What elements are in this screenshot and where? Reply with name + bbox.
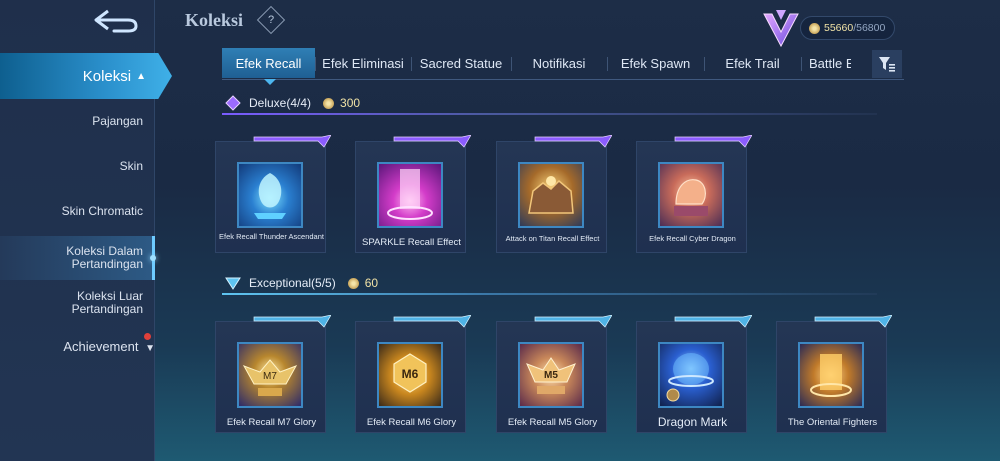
tab-battle[interactable]: Battle E [801, 48, 851, 78]
tab-efek-spawn[interactable]: Efek Spawn [607, 48, 704, 78]
section-header-exceptional: Exceptional(5/5) 60 [225, 272, 378, 294]
category-tabs: Efek Recall Efek Eliminasi Sacred Statue… [222, 48, 904, 80]
section-divider [222, 113, 877, 115]
card-ribbon [253, 315, 331, 328]
card-label: Attack on Titan Recall Effect [505, 234, 600, 243]
card-label: Efek Recall M6 Glory [366, 417, 457, 428]
svg-text:M6: M6 [402, 367, 419, 381]
card-thumbnail [377, 162, 443, 228]
card-thumbnail [658, 162, 724, 228]
collection-card[interactable]: M6 Efek Recall M6 Glory [355, 315, 471, 433]
sidebar-item-achievement[interactable]: Achievement ▼ [0, 340, 155, 355]
card-label: Efek Recall Cyber Dragon [649, 234, 736, 243]
svg-text:M5: M5 [544, 370, 558, 381]
sidebar-item-label: Pertandingan [71, 302, 143, 316]
rank-emblem-icon [763, 10, 799, 48]
m7-glory-emblem-icon: M7 [242, 359, 298, 396]
sidebar-item-koleksi[interactable]: Koleksi ▲ [0, 53, 172, 99]
section-price: 300 [340, 96, 361, 110]
help-icon[interactable]: ? [256, 5, 286, 35]
card-thumbnail [658, 342, 724, 408]
tab-sacred-statue[interactable]: Sacred Statue [411, 48, 511, 78]
card-thumbnail [798, 342, 864, 408]
collection-card[interactable]: Efek Recall Thunder Ascendant [215, 135, 331, 253]
currency-current: 55660 [824, 22, 854, 34]
collection-card[interactable]: Efek Recall Cyber Dragon [636, 135, 752, 253]
card-label: Dragon Mark [657, 415, 728, 429]
sidebar-item-skin[interactable]: Skin [0, 160, 155, 173]
section-title: Exceptional(5/5) [249, 276, 336, 290]
section-title: Deluxe(4/4) [249, 96, 312, 110]
card-label: Efek Recall M7 Glory [226, 417, 317, 428]
active-tab-indicator [264, 79, 276, 85]
coin-icon [347, 277, 359, 289]
card-ribbon [534, 135, 612, 148]
card-thumbnail [518, 162, 584, 228]
collection-card[interactable]: Attack on Titan Recall Effect [496, 135, 612, 253]
card-ribbon [674, 135, 752, 148]
notification-dot-icon [144, 333, 151, 340]
tab-efek-recall[interactable]: Efek Recall [222, 48, 315, 78]
card-ribbon [534, 315, 612, 328]
card-ribbon [393, 315, 471, 328]
titan-wall-icon [528, 176, 574, 214]
card-ribbon [674, 315, 752, 328]
card-thumbnail: M6 [377, 342, 443, 408]
chevron-up-icon: ▲ [136, 70, 146, 82]
card-thumbnail: M7 [237, 342, 303, 408]
sidebar-item-label: Pertandingan [71, 257, 143, 271]
back-arrow-icon [94, 9, 138, 33]
exceptional-tier-icon [225, 277, 241, 290]
card-ribbon [253, 135, 331, 148]
tab-notifikasi[interactable]: Notifikasi [511, 48, 607, 78]
card-label: The Oriental Fighters [787, 417, 878, 428]
collection-card[interactable]: Dragon Mark [636, 315, 752, 433]
card-label: SPARKLE Recall Effect [362, 237, 461, 248]
section-divider [222, 293, 877, 295]
sidebar-item-skin-chromatic[interactable]: Skin Chromatic [0, 205, 155, 218]
card-ribbon [393, 135, 471, 148]
filter-icon [879, 57, 895, 72]
currency-display: 55660/56800 [800, 16, 895, 40]
sidebar-item-label: Koleksi [82, 67, 132, 85]
oriental-fighters-icon [810, 354, 852, 397]
back-button[interactable] [88, 6, 142, 36]
sidebar-item-label: Achievement [63, 339, 139, 354]
collection-card[interactable]: SPARKLE Recall Effect [355, 135, 471, 253]
dragon-mark-icon [666, 353, 714, 402]
deluxe-tier-icon [225, 95, 241, 111]
section-price: 60 [364, 276, 379, 290]
card-label: Efek Recall M5 Glory [507, 417, 598, 428]
sidebar-item-label: Skin Chromatic [61, 204, 143, 218]
m5-glory-emblem-icon: M5 [526, 357, 576, 394]
filter-button[interactable] [872, 50, 902, 78]
coin-icon [809, 22, 820, 34]
cyber-dragon-icon [674, 179, 708, 216]
page-title: Koleksi [185, 10, 244, 30]
coin-icon [323, 97, 335, 109]
currency-max: /56800 [853, 22, 886, 34]
sidebar-item-koleksi-dalam-pertandingan[interactable]: Koleksi Dalam Pertandingan [0, 245, 155, 271]
tab-efek-eliminasi[interactable]: Efek Eliminasi [315, 48, 411, 78]
sidebar-item-koleksi-luar-pertandingan[interactable]: Koleksi Luar Pertandingan [0, 290, 155, 316]
card-thumbnail [237, 162, 303, 228]
section-header-deluxe: Deluxe(4/4) 300 [225, 92, 360, 114]
sidebar-item-label: Skin [119, 159, 143, 173]
sidebar-item-label: Pajangan [92, 114, 143, 128]
m6-glory-emblem-icon: M6 [393, 353, 427, 393]
card-label: Efek Recall Thunder Ascendant [219, 232, 324, 241]
card-ribbon [814, 315, 892, 328]
collection-card[interactable]: The Oriental Fighters [776, 315, 892, 433]
svg-text:M7: M7 [263, 371, 277, 382]
chevron-down-icon: ▼ [145, 343, 155, 354]
sidebar-item-pajangan[interactable]: Pajangan [0, 115, 155, 128]
tab-efek-trail[interactable]: Efek Trail [704, 48, 801, 78]
sparkle-beam-icon [387, 169, 433, 220]
card-thumbnail: M5 [518, 342, 584, 408]
collection-card[interactable]: M7 Efek Recall M7 Glory [215, 315, 331, 433]
dragon-emblem-icon [254, 173, 286, 219]
collection-card[interactable]: M5 Efek Recall M5 Glory [496, 315, 612, 433]
